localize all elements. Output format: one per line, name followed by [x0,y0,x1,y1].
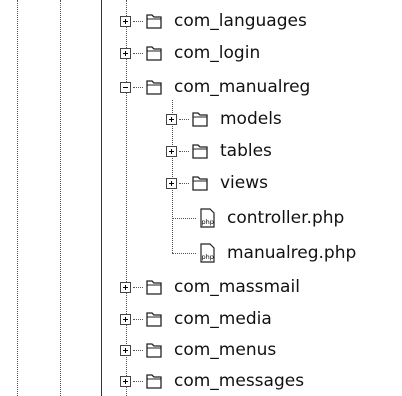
tree-node-label: views [220,173,269,193]
tree-connector [133,286,143,288]
folder-icon [146,374,162,389]
tree-node-com-manualreg[interactable]: com_manualreg [120,74,310,100]
php-file-icon: php [200,208,215,228]
tree-connector [179,182,189,184]
collapse-toggle[interactable] [120,81,131,93]
tree-node-controller-php[interactable]: php controller.php [172,205,344,231]
expand-toggle[interactable] [120,344,131,356]
expand-toggle[interactable] [120,281,131,293]
folder-icon [146,46,162,61]
tree-node-label: manualreg.php [227,243,357,263]
tree-connector [133,349,143,351]
tree-node-label: models [220,109,282,129]
tree-connector [172,252,196,254]
folder-icon [192,144,208,159]
tree-node-com-login[interactable]: com_login [120,40,260,66]
tree-node-label: com_massmail [174,277,300,297]
tree-node-manualreg-php[interactable]: php manualreg.php [172,240,356,266]
tree-node-label: com_menus [174,340,277,360]
tree-guide-line [17,0,18,396]
folder-open-icon [146,80,162,95]
expand-toggle[interactable] [120,375,131,387]
expand-toggle[interactable] [166,113,177,125]
php-file-icon: php [200,243,215,263]
tree-connector [133,86,143,88]
expand-toggle[interactable] [120,313,131,325]
folder-icon [146,14,162,29]
expand-toggle[interactable] [120,47,131,59]
php-file-icon-text: php [202,253,214,261]
tree-connector [133,380,143,382]
tree-node-com-messages[interactable]: com_messages [120,368,304,394]
tree-connector [172,217,196,219]
php-file-icon-text: php [202,218,214,226]
tree-node-com-menus[interactable]: com_menus [120,337,276,363]
tree-connector [133,52,143,54]
tree-node-label: com_messages [174,371,305,391]
tree-node-com-massmail[interactable]: com_massmail [120,274,300,300]
tree-node-label: controller.php [227,208,345,228]
tree-connector [133,20,143,22]
tree-connector [179,118,189,120]
folder-icon [146,312,162,327]
tree-node-label: com_login [174,43,261,63]
tree-node-tables[interactable]: tables [166,138,272,164]
tree-node-com-languages[interactable]: com_languages [120,8,307,34]
tree-node-label: com_languages [174,11,307,31]
tree-node-views[interactable]: views [166,170,268,196]
tree-node-label: com_media [174,309,272,329]
tree-node-label: tables [220,141,272,161]
tree-node-models[interactable]: models [166,106,282,132]
expand-toggle[interactable] [120,15,131,27]
tree-node-label: com_manualreg [174,77,311,97]
folder-icon [192,176,208,191]
folder-icon [146,343,162,358]
expand-toggle[interactable] [166,177,177,189]
tree-guide-line [60,0,61,396]
tree-connector [133,318,143,320]
tree-node-com-media[interactable]: com_media [120,306,272,332]
tree-guide-line [101,0,102,396]
expand-toggle[interactable] [166,145,177,157]
folder-icon [146,280,162,295]
folder-icon [192,112,208,127]
tree-connector [179,150,189,152]
